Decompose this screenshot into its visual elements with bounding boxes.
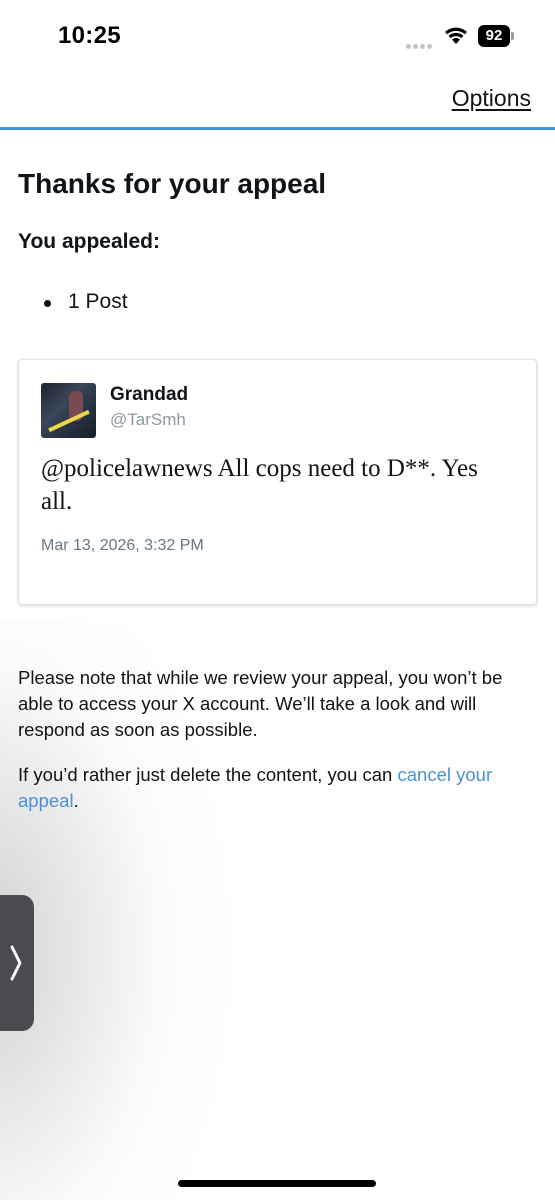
tweet-timestamp: Mar 13, 2026, 3:32 PM	[41, 537, 204, 554]
status-time: 10:25	[58, 22, 121, 49]
tweet-card: Grandad @TarSmh @policelawnews All cops …	[18, 359, 537, 605]
top-nav: Options	[0, 75, 555, 130]
list-item: 1 Post	[44, 290, 128, 314]
tweet-display-name: Grandad	[110, 384, 189, 405]
review-note: Please note that while we review your ap…	[18, 667, 503, 740]
appealed-list: 1 Post	[44, 290, 128, 314]
cancel-note-suffix: .	[73, 790, 79, 811]
wifi-icon	[445, 27, 467, 44]
status-bar: 10:25 92	[0, 0, 555, 75]
page-title: Thanks for your appeal	[18, 168, 327, 199]
tweet-text: @policelawnews All cops need to D**. Yes…	[41, 455, 478, 515]
options-link[interactable]: Options	[452, 85, 531, 112]
tweet-handle: @TarSmh	[110, 410, 186, 429]
side-panel-handle[interactable]	[0, 895, 34, 1031]
avatar	[41, 383, 96, 438]
appealed-label: You appealed:	[18, 230, 160, 253]
battery-level: 92	[478, 25, 510, 47]
cancel-note-prefix: If you’d rather just delete the content,…	[18, 764, 398, 785]
cancel-note: If you’d rather just delete the content,…	[18, 762, 528, 814]
battery-icon: 92	[478, 25, 514, 47]
cellular-signal-icon	[406, 36, 436, 49]
chevron-right-icon	[10, 945, 22, 981]
home-indicator[interactable]	[178, 1180, 376, 1187]
